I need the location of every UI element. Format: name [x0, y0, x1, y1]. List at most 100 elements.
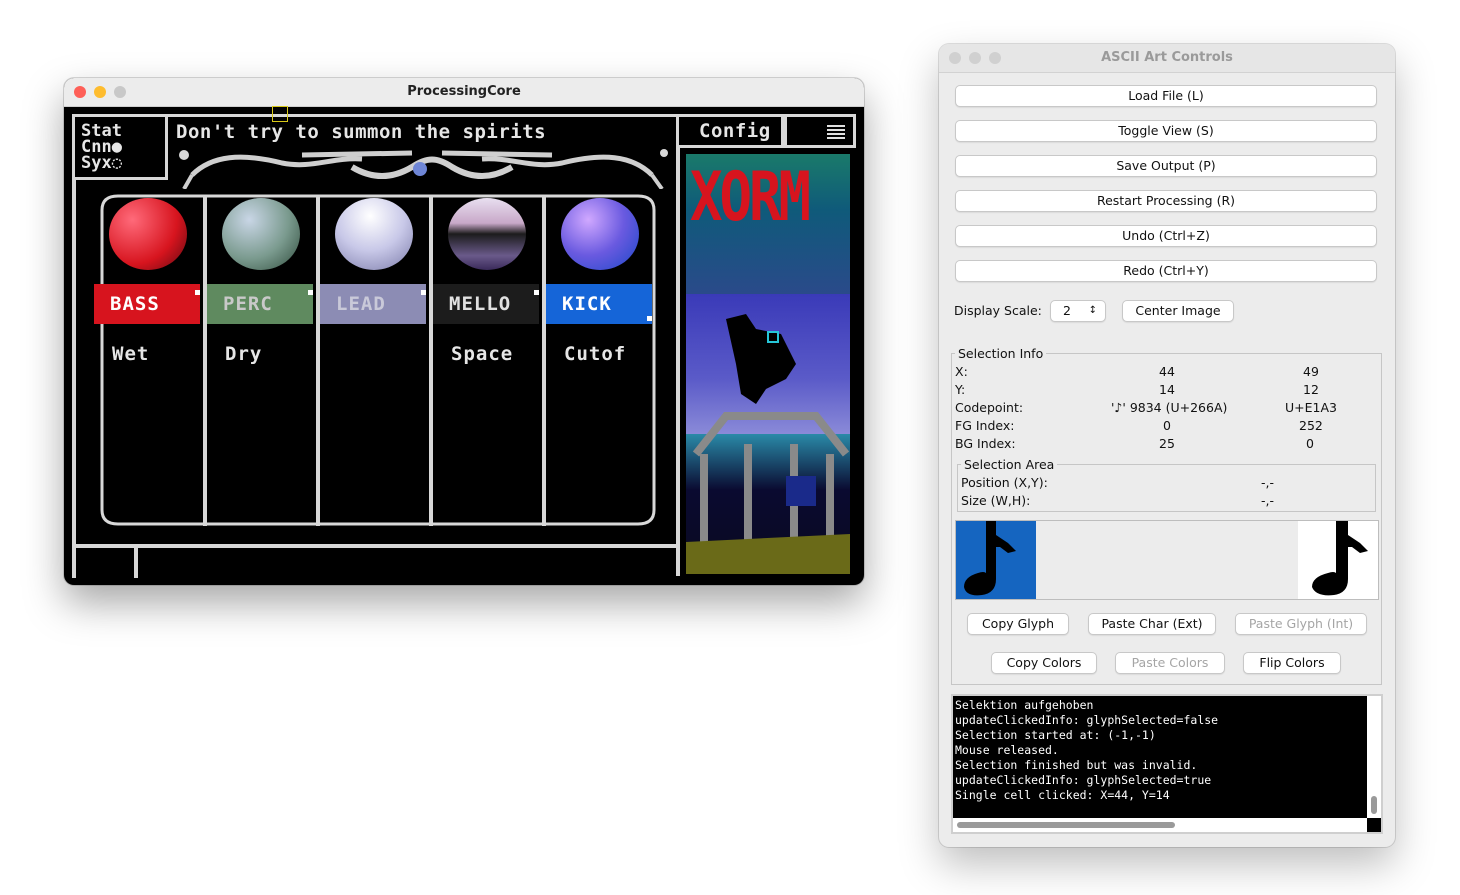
param-dry: Dry [225, 343, 263, 365]
row-bg-b: 0 [1306, 436, 1314, 451]
display-scale-value: 2 [1063, 303, 1071, 318]
channel-label-bass: BASS [94, 284, 200, 324]
center-image-button[interactable]: Center Image [1122, 300, 1234, 322]
paste-glyph-button[interactable]: Paste Glyph (Int) [1235, 613, 1367, 635]
horizontal-scrollbar[interactable] [953, 818, 1367, 832]
channel-bass[interactable]: BASS Wet [94, 198, 204, 526]
log-line: Selektion aufgehoben [955, 698, 1094, 712]
channel-label-mello: MELLO [433, 284, 539, 324]
row-fg-a: 0 [1163, 418, 1171, 433]
log-line: Mouse released. [955, 743, 1059, 757]
glyph-a-note-icon [956, 521, 1036, 599]
log-line: updateClickedInfo: glyphSelected=false [955, 713, 1219, 727]
marquee-text: Don't try to summon the spirits [176, 121, 547, 143]
frame-divider [676, 148, 680, 576]
row-codepoint-label: Codepoint: [955, 400, 1024, 415]
kick-marker [647, 316, 652, 321]
position-value: -,- [1261, 475, 1274, 490]
display-scale-label: Display Scale: [954, 303, 1042, 318]
log-output[interactable]: Selektion aufgehoben updateClickedInfo: … [951, 694, 1383, 834]
lead-marker [421, 290, 426, 295]
bass-marker [195, 290, 200, 295]
title-bar: ProcessingCore [64, 78, 864, 107]
processing-core-window: ProcessingCore Stat Cnn● Syx◌ Don't try … [64, 78, 864, 585]
bass-orb-icon[interactable] [109, 198, 187, 270]
row-bg-a: 25 [1159, 436, 1175, 451]
undo-button[interactable]: Undo (Ctrl+Z) [955, 225, 1377, 247]
selection-area-title: Selection Area [961, 457, 1058, 472]
log-line: updateClickedInfo: glyphSelected=true [955, 773, 1212, 787]
row-y-a: 14 [1159, 382, 1175, 397]
glyph-b-note-icon [1298, 521, 1378, 599]
paste-char-button[interactable]: Paste Char (Ext) [1088, 613, 1216, 635]
mello-orb-icon[interactable] [448, 198, 526, 270]
param-space: Space [451, 343, 514, 365]
log-line: Single cell clicked: X=44, Y=14 [955, 788, 1170, 802]
position-label: Position (X,Y): [961, 475, 1048, 490]
channel-kick[interactable]: KICK Cutof [546, 198, 656, 526]
param-wet: Wet [112, 343, 150, 365]
save-output-button[interactable]: Save Output (P) [955, 155, 1377, 177]
vertical-scrollbar[interactable] [1367, 696, 1381, 818]
statusbar-divider [134, 548, 138, 578]
horizontal-scroll-thumb[interactable] [957, 822, 1175, 828]
hamburger-icon [827, 125, 845, 139]
log-line: Selection started at: (-1,-1) [955, 728, 1156, 742]
copy-glyph-button[interactable]: Copy Glyph [967, 613, 1069, 635]
selection-cursor [272, 106, 288, 122]
menu-button[interactable] [784, 114, 856, 148]
mello-marker [534, 290, 539, 295]
frame-left [72, 178, 76, 548]
size-label: Size (W,H): [961, 493, 1031, 508]
log-line: Selection finished but was invalid. [955, 758, 1198, 772]
channel-label-kick: KICK [546, 284, 652, 324]
redo-button[interactable]: Redo (Ctrl+Y) [955, 260, 1377, 282]
lead-orb-icon[interactable] [335, 198, 413, 270]
selection-info-title: Selection Info [955, 346, 1047, 361]
channel-mello[interactable]: MELLO Space [433, 198, 543, 526]
ornament-scroll-icon [179, 149, 668, 189]
preview-scene-icon [686, 314, 850, 574]
param-cutof: Cutof [564, 343, 627, 365]
vertical-scroll-thumb[interactable] [1371, 796, 1377, 814]
status-panel: Stat Cnn● Syx◌ [72, 114, 168, 180]
row-codepoint-b: U+E1A3 [1285, 400, 1337, 415]
window-title: ASCII Art Controls [1101, 50, 1233, 65]
row-y-label: Y: [955, 382, 966, 397]
row-y-b: 12 [1303, 382, 1319, 397]
title-bar: ASCII Art Controls [939, 44, 1395, 73]
restart-processing-button[interactable]: Restart Processing (R) [955, 190, 1377, 212]
display-scale-spinner[interactable]: 2 ↕ [1050, 300, 1106, 322]
window-title: ProcessingCore [407, 84, 521, 99]
flip-colors-button[interactable]: Flip Colors [1243, 652, 1341, 674]
perc-orb-icon[interactable] [222, 198, 300, 270]
load-file-button[interactable]: Load File (L) [955, 85, 1377, 107]
channel-perc[interactable]: PERC Dry [207, 198, 317, 526]
frame-left-lower [72, 548, 76, 578]
toggle-view-button[interactable]: Toggle View (S) [955, 120, 1377, 142]
row-codepoint-a: '♪' 9834 (U+266A) [1111, 400, 1228, 415]
row-fg-label: FG Index: [955, 418, 1015, 433]
row-x-a: 44 [1159, 364, 1175, 379]
copy-colors-button[interactable]: Copy Colors [991, 652, 1097, 674]
size-value: -,- [1261, 493, 1274, 508]
row-x-label: X: [955, 364, 968, 379]
channel-label-lead: LEAD [320, 284, 426, 324]
status-line-syx: Syx◌ [81, 153, 122, 173]
marquee-panel: Don't try to summon the spirits [168, 114, 676, 190]
row-fg-b: 252 [1299, 418, 1323, 433]
stepper-arrows-icon[interactable]: ↕ [1089, 301, 1097, 321]
ascii-preview-canvas[interactable]: XORM [686, 154, 850, 574]
config-label: Config [699, 120, 771, 142]
channel-lead[interactable]: LEAD [320, 198, 430, 526]
ascii-art-controls-window: ASCII Art Controls Load File (L) Toggle … [939, 44, 1395, 847]
channel-label-perc: PERC [207, 284, 313, 324]
kick-orb-icon[interactable] [561, 198, 639, 270]
row-bg-label: BG Index: [955, 436, 1016, 451]
glyph-preview-strip [955, 520, 1379, 600]
frame-bottom [72, 544, 678, 548]
config-button[interactable]: Config [676, 114, 784, 148]
perc-marker [308, 290, 313, 295]
paste-colors-button[interactable]: Paste Colors [1115, 652, 1225, 674]
row-x-b: 49 [1303, 364, 1319, 379]
